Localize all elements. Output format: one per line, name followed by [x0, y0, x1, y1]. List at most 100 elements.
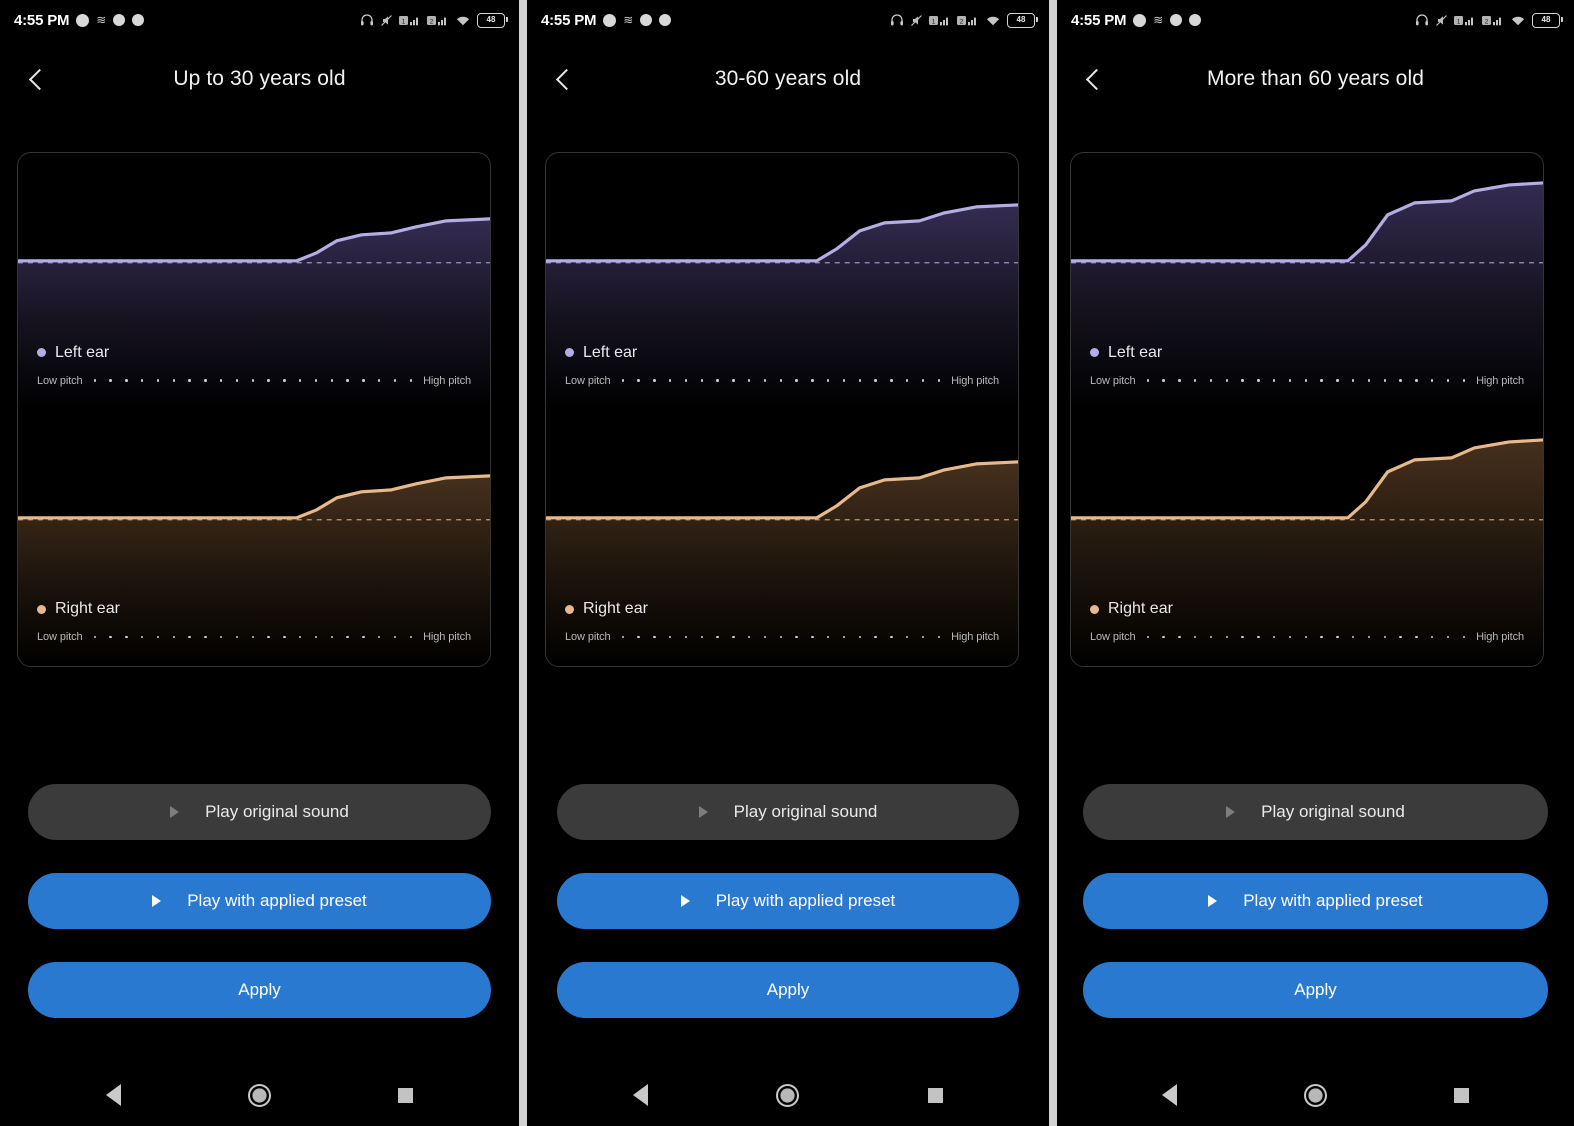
- nav-recents-button[interactable]: [1432, 1072, 1490, 1118]
- pitch-tick-dot: [890, 379, 893, 382]
- status-bar-right: 1 2 48: [360, 12, 508, 28]
- apply-button[interactable]: Apply: [557, 962, 1019, 1018]
- high-pitch-label: High pitch: [1476, 374, 1524, 387]
- left-ear-plot: [18, 217, 490, 410]
- svg-text:2: 2: [960, 18, 964, 25]
- pitch-tick-dot: [779, 379, 782, 382]
- left-ear-chart: Left ear Low pitch High pitch: [1071, 153, 1543, 410]
- play-original-sound-button[interactable]: Play original sound: [557, 784, 1019, 840]
- pitch-tick-dot: [1288, 635, 1292, 639]
- nav-recents-button[interactable]: [906, 1072, 964, 1118]
- apply-label: Apply: [238, 980, 281, 999]
- pitch-tick-dot: [1430, 635, 1434, 639]
- play-with-applied-preset-label: Play with applied preset: [715, 891, 896, 910]
- pitch-tick-dot: [921, 379, 925, 382]
- pitch-tick-dot: [890, 635, 893, 639]
- action-buttons: Play original sound Play with applied pr…: [527, 784, 1049, 1051]
- low-pitch-label: Low pitch: [565, 374, 611, 387]
- sim1-signal-icon: 1: [1454, 14, 1476, 27]
- play-original-sound-button[interactable]: Play original sound: [1083, 784, 1548, 840]
- play-icon: [680, 895, 690, 907]
- nav-back-button[interactable]: [1141, 1072, 1199, 1118]
- wifi-icon: [985, 14, 1001, 27]
- nav-back-button[interactable]: [612, 1072, 670, 1118]
- pitch-tick-dot: [125, 635, 128, 639]
- pitch-dots: [611, 379, 952, 382]
- high-pitch-label: High pitch: [423, 631, 471, 643]
- apply-button[interactable]: Apply: [28, 962, 491, 1018]
- back-button[interactable]: [8, 48, 70, 110]
- pitch-tick-dot: [1209, 379, 1213, 382]
- app-bar: Up to 30 years old: [0, 40, 519, 118]
- android-nav-bar: [1057, 1064, 1574, 1126]
- pitch-tick-dot: [1336, 379, 1339, 382]
- pitch-tick-dot: [1320, 379, 1323, 382]
- left-ear-plot: [1071, 181, 1543, 410]
- pitch-tick-dot: [1367, 379, 1371, 382]
- high-pitch-label: High pitch: [951, 631, 999, 643]
- pitch-dots: [1136, 635, 1477, 639]
- nav-home-button[interactable]: [230, 1072, 288, 1118]
- left-ear-plot: [546, 203, 1018, 410]
- legend-right-ear: Right ear: [37, 600, 120, 618]
- pitch-scale-left: Low pitch High pitch: [1090, 375, 1524, 387]
- android-nav-bar: [527, 1064, 1049, 1126]
- pitch-tick-dot: [377, 635, 381, 639]
- pitch-tick-dot: [251, 635, 254, 639]
- svg-text:1: 1: [402, 18, 406, 25]
- wifi-icon: [455, 14, 471, 27]
- play-icon: [1208, 895, 1218, 907]
- nav-recents-button[interactable]: [377, 1072, 435, 1118]
- pitch-tick-dot: [283, 379, 286, 382]
- nav-back-button[interactable]: [84, 1072, 142, 1118]
- pitch-tick-dot: [700, 635, 703, 639]
- apply-label: Apply: [766, 980, 810, 999]
- status-bar-right: 1 2 48: [1415, 12, 1563, 28]
- pitch-tick-dot: [346, 379, 349, 382]
- play-with-applied-preset-button[interactable]: Play with applied preset: [28, 873, 491, 929]
- pitch-tick-dot: [779, 635, 782, 639]
- recents-square-icon: [398, 1087, 414, 1103]
- pitch-tick-dot: [684, 635, 688, 639]
- back-button[interactable]: [1065, 48, 1127, 110]
- legend-dot-icon: [37, 348, 46, 357]
- apply-button[interactable]: Apply: [1083, 962, 1548, 1018]
- nav-home-button[interactable]: [759, 1072, 817, 1118]
- sim1-signal-icon: 1: [929, 14, 951, 27]
- apply-label: Apply: [1294, 980, 1337, 999]
- pitch-scale-left: Low pitch High pitch: [565, 375, 999, 387]
- pitch-tick-dot: [637, 635, 640, 639]
- wifi-icon: [1510, 14, 1526, 27]
- pitch-tick-dot: [298, 379, 302, 382]
- pitch-tick-dot: [653, 635, 656, 639]
- pitch-tick-dot: [1146, 379, 1149, 382]
- pitch-tick-dot: [1225, 635, 1228, 639]
- pitch-tick-dot: [235, 635, 239, 639]
- back-triangle-icon: [1162, 1084, 1178, 1106]
- pitch-tick-dot: [874, 635, 877, 639]
- pitch-tick-dot: [684, 379, 688, 382]
- high-pitch-label: High pitch: [423, 374, 471, 387]
- pitch-tick-dot: [362, 379, 365, 382]
- pitch-tick-dot: [156, 635, 160, 639]
- status-time: 4:55 PM: [1071, 11, 1127, 29]
- headphones-icon: [360, 13, 374, 27]
- play-original-sound-button[interactable]: Play original sound: [28, 784, 491, 840]
- nav-home-button[interactable]: [1286, 1072, 1344, 1118]
- svg-text:1: 1: [1457, 18, 1461, 25]
- play-with-applied-preset-button[interactable]: Play with applied preset: [1083, 873, 1548, 929]
- back-button[interactable]: [535, 48, 597, 110]
- pitch-tick-dot: [267, 379, 270, 382]
- play-icon: [170, 806, 180, 818]
- do-not-disturb-icon: [603, 13, 617, 27]
- mute-icon: [380, 14, 393, 27]
- pitch-tick-dot: [1351, 379, 1355, 382]
- pitch-tick-dot: [140, 379, 144, 382]
- pitch-tick-dot: [346, 635, 349, 639]
- pitch-tick-dot: [140, 635, 144, 639]
- pitch-tick-dot: [716, 379, 719, 382]
- play-with-applied-preset-button[interactable]: Play with applied preset: [557, 873, 1019, 929]
- legend-dot-icon: [565, 604, 574, 614]
- pitch-tick-dot: [1399, 635, 1402, 639]
- legend-left-ear-label: Left ear: [1108, 343, 1163, 361]
